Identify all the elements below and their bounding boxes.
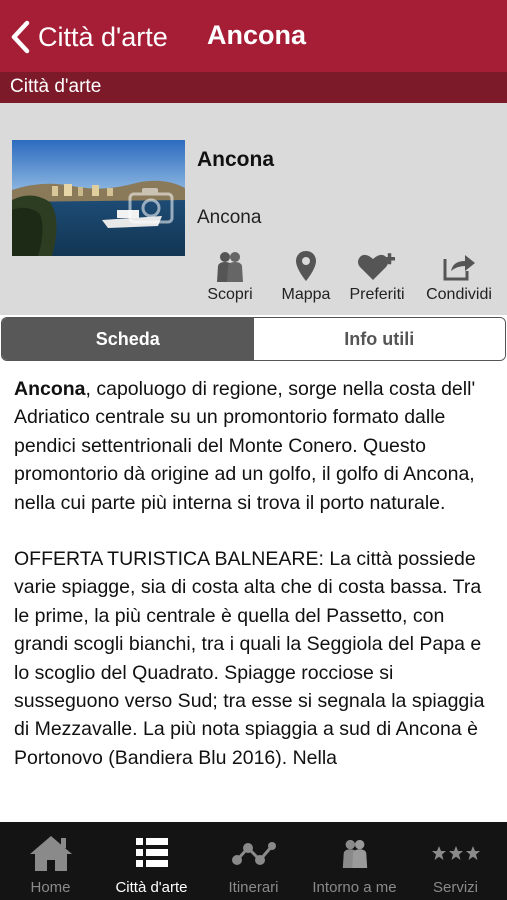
section-header: Città d'arte xyxy=(0,72,507,103)
home-icon xyxy=(0,834,101,872)
list-icon xyxy=(101,834,202,872)
people-icon xyxy=(304,834,405,872)
condividi-label: Condividi xyxy=(426,286,492,303)
segmented-control: Scheda Info utili xyxy=(1,317,506,361)
back-button-label: Città d'arte xyxy=(38,21,168,52)
place-title: Ancona xyxy=(197,148,275,171)
article-paragraph-2: OFFERTA TURISTICA BALNEARE: La città pos… xyxy=(14,548,485,769)
tab-home[interactable]: Home xyxy=(0,822,101,900)
tab-info-utili[interactable]: Info utili xyxy=(253,318,505,360)
tab-citta-d-arte-label: Città d'arte xyxy=(115,879,188,896)
tab-bar: Home Città d'arte Itinerari Intorno a me… xyxy=(0,822,507,900)
tab-intorno-a-me-label: Intorno a me xyxy=(312,879,397,896)
page-title: Ancona xyxy=(207,20,307,50)
tab-servizi[interactable]: Servizi xyxy=(405,822,506,900)
preferiti-label: Preferiti xyxy=(349,286,405,303)
tab-citta-d-arte[interactable]: Città d'arte xyxy=(101,822,202,900)
chevron-left-icon xyxy=(10,20,30,54)
tab-servizi-label: Servizi xyxy=(432,879,478,896)
stars-icon xyxy=(405,834,506,872)
tab-intorno-a-me[interactable]: Intorno a me xyxy=(304,822,405,900)
section-label: Città d'arte xyxy=(10,76,102,97)
tab-itinerari-label: Itinerari xyxy=(228,879,279,896)
article-paragraph: Ancona, capoluogo di regione, sorge nell… xyxy=(14,375,499,517)
place-info: Ancona Ancona Scopri Mappa Preferiti Con… xyxy=(0,103,507,315)
place-image[interactable] xyxy=(12,140,185,256)
article-body: Ancona, capoluogo di regione, sorge nell… xyxy=(14,375,499,807)
heart-plus-icon xyxy=(332,249,422,283)
route-icon xyxy=(203,834,304,872)
back-button[interactable]: Città d'arte xyxy=(10,18,168,56)
place-subtitle: Ancona xyxy=(197,207,262,228)
tab-home-label: Home xyxy=(30,879,71,896)
navigation-bar: Città d'arte Ancona xyxy=(0,0,507,72)
article-lead: Ancona xyxy=(14,378,86,400)
share-icon xyxy=(414,249,504,283)
tab-scheda[interactable]: Scheda xyxy=(2,318,254,360)
preferiti-button[interactable]: Preferiti xyxy=(332,249,422,305)
tab-itinerari[interactable]: Itinerari xyxy=(203,822,304,900)
condividi-button[interactable]: Condividi xyxy=(414,249,504,305)
